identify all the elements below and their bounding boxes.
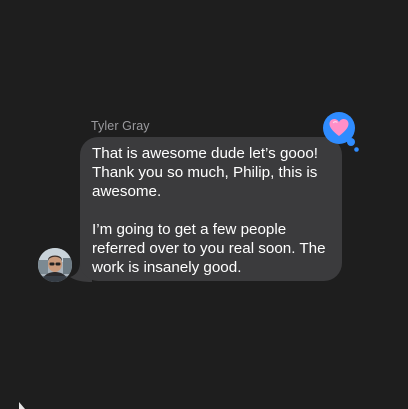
- heart-tapback-icon[interactable]: [321, 110, 361, 154]
- messages-view: Tyler Gray That is awesome dude let’s go…: [0, 0, 408, 409]
- message-paragraph: That is awesome dude let’s gooo! Thank y…: [92, 145, 318, 200]
- message-bubble[interactable]: That is awesome dude let’s gooo! Thank y…: [80, 137, 342, 281]
- avatar-photo-icon: [38, 248, 72, 282]
- message-paragraph: I’m going to get a few people referred o…: [92, 221, 326, 276]
- sender-name: Tyler Gray: [91, 119, 150, 133]
- pointer-cursor-icon: [19, 402, 25, 409]
- contact-avatar[interactable]: [38, 248, 72, 282]
